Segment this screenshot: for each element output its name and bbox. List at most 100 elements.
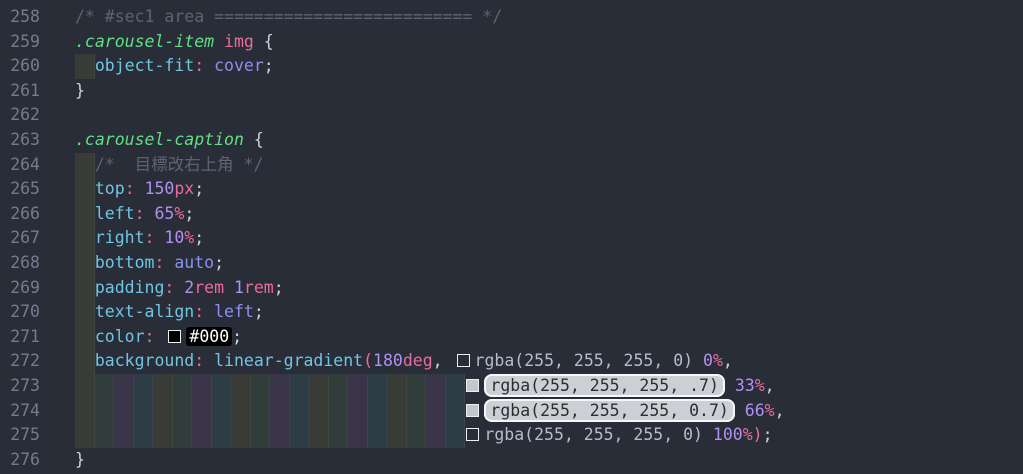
syntax-token bbox=[164, 253, 174, 272]
code-line-content: rgba(255, 255, 255, 0) 100%); bbox=[75, 423, 1023, 448]
line-number[interactable]: 263 bbox=[0, 128, 40, 153]
line-number[interactable]: 269 bbox=[0, 276, 40, 301]
syntax-token: px bbox=[174, 179, 194, 198]
syntax-token: img bbox=[224, 32, 254, 51]
syntax-token bbox=[725, 376, 735, 395]
code-line-content: right: 10%; bbox=[75, 226, 1023, 251]
syntax-token: auto bbox=[174, 253, 214, 272]
code-line-content: text-align: left; bbox=[75, 300, 1023, 325]
syntax-token bbox=[154, 327, 164, 346]
code-line[interactable]: 263.carousel-caption { bbox=[0, 128, 1023, 153]
syntax-token bbox=[75, 228, 95, 247]
syntax-token: } bbox=[75, 450, 85, 469]
code-line-content: object-fit: cover; bbox=[75, 54, 1023, 79]
line-number[interactable]: 268 bbox=[0, 251, 40, 276]
line-number[interactable]: 276 bbox=[0, 448, 40, 473]
syntax-token: left bbox=[214, 302, 254, 321]
code-line-content: color: #000; bbox=[75, 325, 1023, 350]
syntax-token: ; bbox=[214, 253, 224, 272]
code-line[interactable]: 271 color: #000; bbox=[0, 325, 1023, 350]
syntax-token: } bbox=[75, 81, 85, 100]
color-swatch-transparent[interactable] bbox=[457, 354, 470, 367]
line-number[interactable]: 258 bbox=[0, 5, 40, 30]
syntax-token: : bbox=[154, 253, 164, 272]
line-number[interactable]: 264 bbox=[0, 153, 40, 178]
syntax-token: rgba(255, 255, 255, 0) bbox=[484, 425, 703, 444]
syntax-token: , bbox=[433, 351, 453, 370]
syntax-token: background bbox=[95, 351, 194, 370]
color-swatch-transparent[interactable] bbox=[466, 428, 479, 441]
code-line[interactable]: 262 bbox=[0, 103, 1023, 128]
code-line[interactable]: 268 bottom: auto; bbox=[0, 251, 1023, 276]
code-line[interactable]: 272 background: linear-gradient(180deg, … bbox=[0, 349, 1023, 374]
code-line-content: } bbox=[75, 448, 1023, 473]
syntax-token bbox=[75, 56, 95, 75]
syntax-token: 66 bbox=[745, 401, 765, 420]
code-line[interactable]: 274 rgba(255, 255, 255, 0.7) 66%, bbox=[0, 399, 1023, 424]
syntax-token: ; bbox=[264, 56, 274, 75]
code-line[interactable]: 265 top: 150px; bbox=[0, 177, 1023, 202]
line-number[interactable]: 275 bbox=[0, 423, 40, 448]
code-line-content: top: 150px; bbox=[75, 177, 1023, 202]
color-swatch-black[interactable] bbox=[168, 330, 181, 343]
syntax-token: : bbox=[194, 351, 204, 370]
syntax-token: 100 bbox=[713, 425, 743, 444]
line-number[interactable]: 260 bbox=[0, 54, 40, 79]
line-number[interactable]: 274 bbox=[0, 399, 40, 424]
syntax-token: % bbox=[765, 401, 775, 420]
syntax-token bbox=[75, 401, 462, 420]
code-line-content: left: 65%; bbox=[75, 202, 1023, 227]
color-highlight-pill: rgba(255, 255, 255, 0.7) bbox=[484, 399, 734, 422]
code-line[interactable]: 264 /* 目標改右上角 */ bbox=[0, 153, 1023, 178]
code-line[interactable]: 276} bbox=[0, 448, 1023, 473]
syntax-token: : bbox=[135, 204, 145, 223]
syntax-token: : bbox=[145, 327, 155, 346]
code-line[interactable]: 266 left: 65%; bbox=[0, 202, 1023, 227]
code-line-content: /* 目標改右上角 */ bbox=[75, 153, 1023, 178]
code-line[interactable]: 275 rgba(255, 255, 255, 0) 100%); bbox=[0, 423, 1023, 448]
line-number[interactable]: 259 bbox=[0, 30, 40, 55]
line-number[interactable]: 271 bbox=[0, 325, 40, 350]
code-line[interactable]: 258/* #sec1 area =======================… bbox=[0, 5, 1023, 30]
code-line[interactable]: 269 padding: 2rem 1rem; bbox=[0, 276, 1023, 301]
color-highlight-pill: rgba(255, 255, 255, .7) bbox=[484, 374, 724, 397]
syntax-token: : bbox=[164, 278, 174, 297]
syntax-token bbox=[174, 278, 184, 297]
code-line[interactable]: 259.carousel-item img { bbox=[0, 30, 1023, 55]
code-line-content: rgba(255, 255, 255, 0.7) 66%, bbox=[75, 399, 1023, 424]
syntax-token: { bbox=[254, 32, 274, 51]
code-line-content bbox=[75, 103, 1023, 128]
code-line[interactable]: 261} bbox=[0, 79, 1023, 104]
syntax-token: padding bbox=[95, 278, 165, 297]
code-line[interactable]: 267 right: 10%; bbox=[0, 226, 1023, 251]
code-line-content: padding: 2rem 1rem; bbox=[75, 276, 1023, 301]
code-line[interactable]: 270 text-align: left; bbox=[0, 300, 1023, 325]
color-swatch-gray[interactable] bbox=[466, 404, 479, 417]
syntax-token bbox=[75, 425, 462, 444]
syntax-token: rem bbox=[244, 278, 274, 297]
syntax-token: % bbox=[184, 228, 194, 247]
line-number[interactable]: 265 bbox=[0, 177, 40, 202]
line-number[interactable]: 273 bbox=[0, 374, 40, 399]
code-line[interactable]: 273 rgba(255, 255, 255, .7) 33%, bbox=[0, 374, 1023, 399]
color-swatch-gray[interactable] bbox=[466, 379, 479, 392]
syntax-token bbox=[75, 351, 95, 370]
syntax-token: /* 目標改右上角 */ bbox=[95, 155, 264, 174]
line-number[interactable]: 261 bbox=[0, 79, 40, 104]
syntax-token: object-fit bbox=[95, 56, 194, 75]
line-number[interactable]: 266 bbox=[0, 202, 40, 227]
syntax-token bbox=[135, 179, 145, 198]
syntax-token: % bbox=[713, 351, 723, 370]
syntax-token: 2 bbox=[184, 278, 194, 297]
line-number[interactable]: 267 bbox=[0, 226, 40, 251]
syntax-token: : bbox=[194, 56, 204, 75]
line-number[interactable]: 270 bbox=[0, 300, 40, 325]
line-number[interactable]: 262 bbox=[0, 103, 40, 128]
syntax-token: top bbox=[95, 179, 125, 198]
syntax-token bbox=[214, 32, 224, 51]
syntax-token: : bbox=[194, 302, 204, 321]
code-line[interactable]: 260 object-fit: cover; bbox=[0, 54, 1023, 79]
syntax-token bbox=[204, 351, 214, 370]
syntax-token bbox=[204, 302, 214, 321]
line-number[interactable]: 272 bbox=[0, 349, 40, 374]
